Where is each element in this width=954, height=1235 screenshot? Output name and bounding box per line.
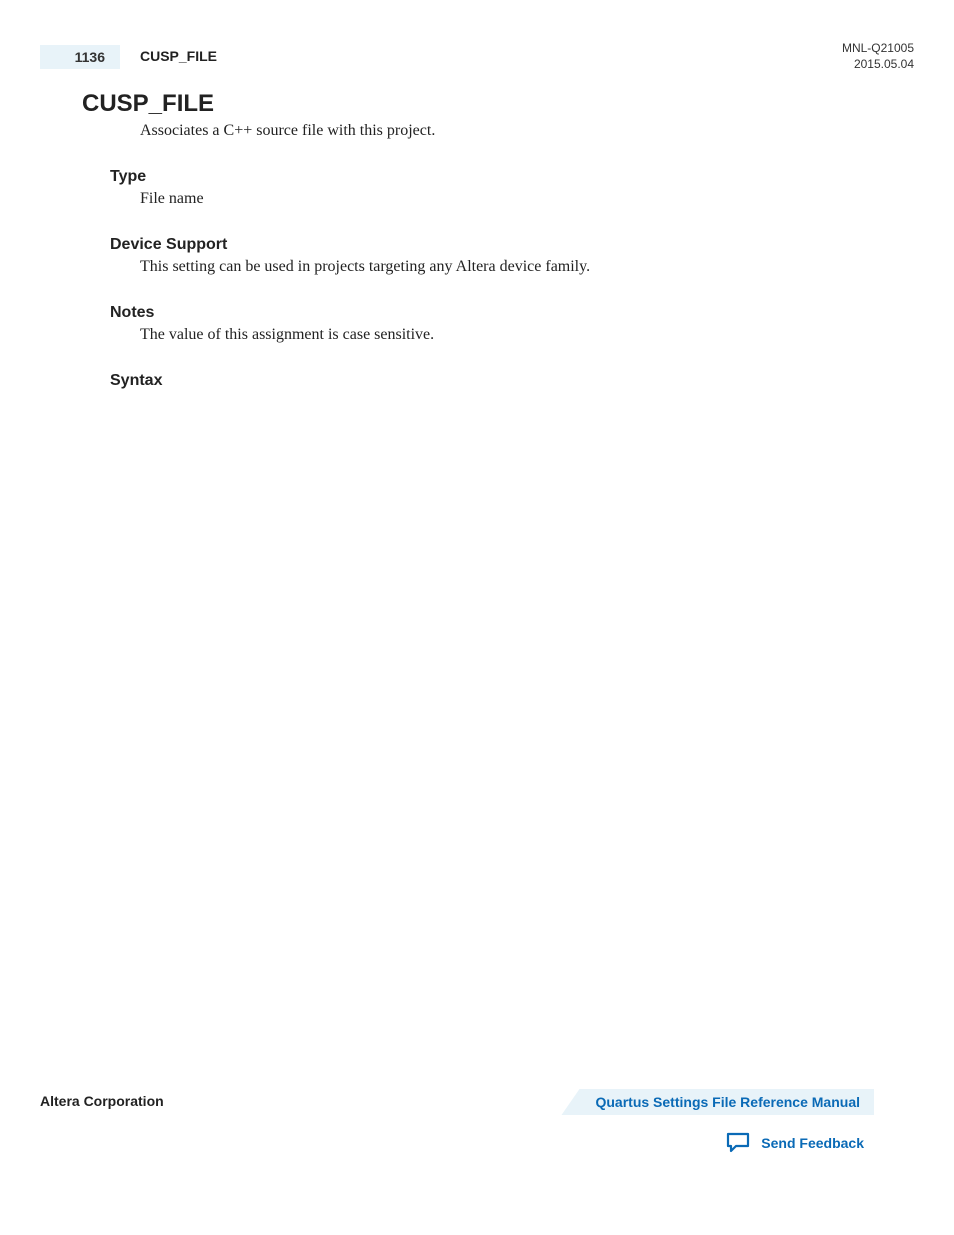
section-heading-device-support: Device Support — [110, 236, 914, 254]
send-feedback-label: Send Feedback — [761, 1135, 864, 1151]
section-heading-type: Type — [110, 168, 914, 186]
section-body-notes: The value of this assignment is case sen… — [140, 326, 914, 344]
doc-id: MNL-Q21005 — [842, 40, 914, 56]
section-heading-notes: Notes — [110, 304, 914, 322]
page-number-box: 1136 — [40, 45, 120, 69]
send-feedback-link[interactable]: Send Feedback — [725, 1131, 864, 1155]
page-title: CUSP_FILE — [82, 90, 914, 118]
section-body-device-support: This setting can be used in projects tar… — [140, 258, 914, 276]
running-head-title: CUSP_FILE — [140, 48, 217, 64]
footer-company: Altera Corporation — [40, 1093, 164, 1109]
section-heading-syntax: Syntax — [110, 372, 914, 390]
page-number: 1136 — [75, 49, 105, 65]
footer-manual-link[interactable]: Quartus Settings File Reference Manual — [561, 1089, 874, 1115]
intro-paragraph: Associates a C++ source file with this p… — [140, 122, 914, 140]
section-body-type: File name — [140, 190, 914, 208]
page-header: 1136 CUSP_FILE MNL-Q21005 2015.05.04 — [40, 40, 914, 70]
footer-manual-link-label: Quartus Settings File Reference Manual — [595, 1094, 860, 1110]
doc-date: 2015.05.04 — [842, 56, 914, 72]
doc-meta: MNL-Q21005 2015.05.04 — [842, 40, 914, 72]
comment-icon — [725, 1131, 751, 1155]
page-footer: Altera Corporation Quartus Settings File… — [40, 1089, 874, 1115]
